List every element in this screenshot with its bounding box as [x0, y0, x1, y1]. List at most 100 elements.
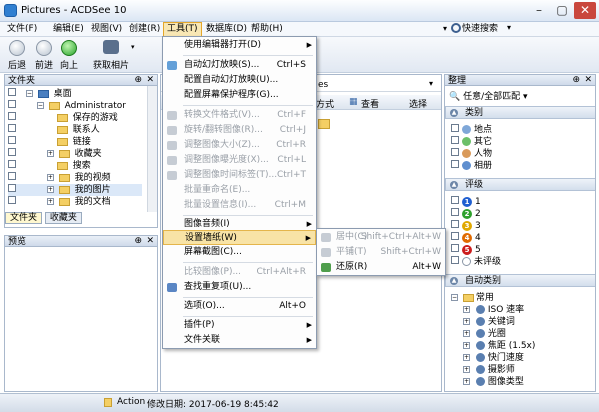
auto-shutter-speed[interactable]: + 快门速度	[463, 352, 524, 364]
menu-batch-rename[interactable]: 批量重命名(E)...	[163, 183, 316, 198]
rating-2[interactable]: 22	[451, 208, 481, 220]
checkbox[interactable]	[451, 232, 459, 240]
checkbox[interactable]	[451, 220, 459, 228]
forward-button[interactable]: 前进	[33, 40, 55, 71]
section-auto-categories[interactable]: ▲ 自动类别	[445, 274, 595, 287]
checkbox[interactable]	[8, 160, 16, 168]
menu-slideshow[interactable]: 自动幻灯放映(S)... Ctrl+S	[163, 58, 316, 73]
checkbox[interactable]	[451, 244, 459, 252]
auto-iso[interactable]: + ISO 速率	[463, 304, 524, 316]
tree-row-saved-games[interactable]: 保存的游戏	[8, 112, 118, 124]
pin-icon[interactable]: ⊕	[134, 74, 142, 86]
menu-plugins[interactable]: 插件(P) ▶	[163, 318, 316, 333]
checkbox[interactable]	[451, 124, 459, 132]
menu-view[interactable]: 视图(V)	[88, 22, 125, 37]
menu-resize[interactable]: 调整图像大小(Z)... Ctrl+R	[163, 138, 316, 153]
menu-open-with-editor[interactable]: 使用编辑器打开(D) ▶	[163, 38, 316, 53]
expand-icon[interactable]: +	[46, 198, 54, 205]
checkbox[interactable]	[8, 112, 16, 120]
category-people[interactable]: 人物	[451, 148, 492, 160]
up-button[interactable]: 向上	[58, 40, 80, 71]
menu-edit[interactable]: 编辑(E)	[50, 22, 87, 37]
chevron-down-icon[interactable]: ▾	[507, 23, 511, 32]
folder-icon[interactable]	[318, 119, 330, 129]
checkbox[interactable]	[8, 196, 16, 204]
collapse-icon[interactable]: −	[451, 294, 458, 301]
close-icon[interactable]: ✕	[146, 235, 154, 247]
auto-focal-length[interactable]: + 焦距 (1.5x)	[463, 340, 535, 352]
category-albums[interactable]: 相册	[451, 160, 492, 172]
menu-configure-slideshow[interactable]: 配置自动幻灯放映(U)...	[163, 73, 316, 88]
checkbox[interactable]	[451, 136, 459, 144]
menu-screensaver[interactable]: 配置屏幕保护程序(G)...	[163, 88, 316, 103]
dropdown-arrow-icon[interactable]: ▾	[443, 24, 447, 33]
close-icon[interactable]: ✕	[574, 2, 596, 19]
view-button[interactable]: 查看	[361, 97, 379, 110]
section-rating[interactable]: ▲ 评级	[445, 178, 595, 191]
tree-row-links[interactable]: 链接	[8, 136, 91, 148]
auto-aperture[interactable]: + 光圈	[463, 328, 506, 340]
vertical-scrollbar[interactable]	[147, 86, 157, 212]
menu-convert-format[interactable]: 转换文件格式(V)... Ctrl+F	[163, 108, 316, 123]
checkbox[interactable]	[451, 256, 459, 264]
collapse-icon[interactable]: −	[36, 102, 44, 109]
quick-search-label[interactable]: 快速搜索	[462, 23, 498, 36]
close-icon[interactable]: ✕	[584, 74, 592, 86]
expand-icon[interactable]: +	[463, 366, 470, 373]
path-text[interactable]: es	[318, 80, 328, 90]
tree-row-favorites[interactable]: + 收藏夹	[8, 148, 102, 160]
search-icon[interactable]	[451, 23, 461, 33]
tab-favorites[interactable]: 收藏夹	[44, 212, 82, 224]
expand-icon[interactable]: +	[46, 150, 54, 157]
rating-1[interactable]: 11	[451, 196, 481, 208]
pin-icon[interactable]: ⊕	[572, 74, 580, 86]
select-button[interactable]: 选择	[409, 97, 427, 110]
rating-5[interactable]: 55	[451, 244, 481, 256]
auto-photographer[interactable]: + 摄影师	[463, 364, 515, 376]
checkbox[interactable]	[8, 88, 16, 96]
menu-file[interactable]: 文件(F)	[4, 22, 40, 37]
chevron-down-icon[interactable]: ▾	[131, 43, 135, 51]
expand-icon[interactable]: +	[463, 378, 470, 385]
collapse-icon[interactable]: −	[25, 90, 33, 97]
tree-row-search[interactable]: 搜索	[8, 160, 91, 172]
menu-rotate-flip[interactable]: 旋转/翻转图像(R)... Ctrl+J	[163, 123, 316, 138]
menu-time-stamp[interactable]: 调整图像时间标签(T)... Ctrl+T	[163, 168, 316, 183]
checkbox[interactable]	[451, 208, 459, 216]
checkbox[interactable]	[8, 100, 16, 108]
menu-help[interactable]: 帮助(H)	[248, 22, 286, 37]
sort-button[interactable]: 方式	[316, 97, 334, 110]
tree-row-videos[interactable]: + 我的视频	[8, 172, 111, 184]
expand-icon[interactable]: +	[46, 174, 54, 181]
back-button[interactable]: 后退	[6, 40, 28, 71]
rating-4[interactable]: 44	[451, 232, 481, 244]
checkbox[interactable]	[451, 160, 459, 168]
menu-options[interactable]: 选项(O)... Alt+O	[163, 299, 316, 314]
checkbox[interactable]	[8, 136, 16, 144]
auto-common[interactable]: − 常用	[451, 292, 494, 304]
expand-icon[interactable]: +	[463, 318, 470, 325]
tree-row-documents[interactable]: + 我的文档	[8, 196, 111, 208]
menu-find-duplicates[interactable]: 查找重复项(U)...	[163, 280, 316, 295]
checkbox[interactable]	[451, 196, 459, 204]
rating-unrated[interactable]: 未评级	[451, 256, 501, 268]
menu-database[interactable]: 数据库(D)	[203, 22, 250, 37]
tree-row-contacts[interactable]: 联系人	[8, 124, 100, 136]
expand-icon[interactable]: +	[463, 330, 470, 337]
menu-tools[interactable]: 工具(T)	[163, 22, 202, 37]
menu-file-associations[interactable]: 文件关联 ▶	[163, 333, 316, 348]
checkbox[interactable]	[8, 184, 16, 192]
menu-create[interactable]: 创建(R)	[126, 22, 163, 37]
menu-exposure[interactable]: 调整图像曝光度(X)... Ctrl+L	[163, 153, 316, 168]
menu-compare-images[interactable]: 比较图像(P)... Ctrl+Alt+R	[163, 265, 316, 280]
tree-row-pictures[interactable]: + 我的图片	[8, 184, 142, 196]
get-photos-button[interactable]: 获取相片	[92, 40, 130, 71]
auto-keywords[interactable]: + 关键词	[463, 316, 515, 328]
expand-icon[interactable]: +	[46, 186, 54, 193]
checkbox[interactable]	[8, 124, 16, 132]
tree-row-administrator[interactable]: − Administrator	[8, 100, 126, 112]
expand-icon[interactable]: +	[463, 354, 470, 361]
maximize-icon[interactable]: ▢	[551, 2, 573, 19]
chevron-down-icon[interactable]: ▾	[429, 79, 433, 88]
category-other[interactable]: 其它	[451, 136, 492, 148]
